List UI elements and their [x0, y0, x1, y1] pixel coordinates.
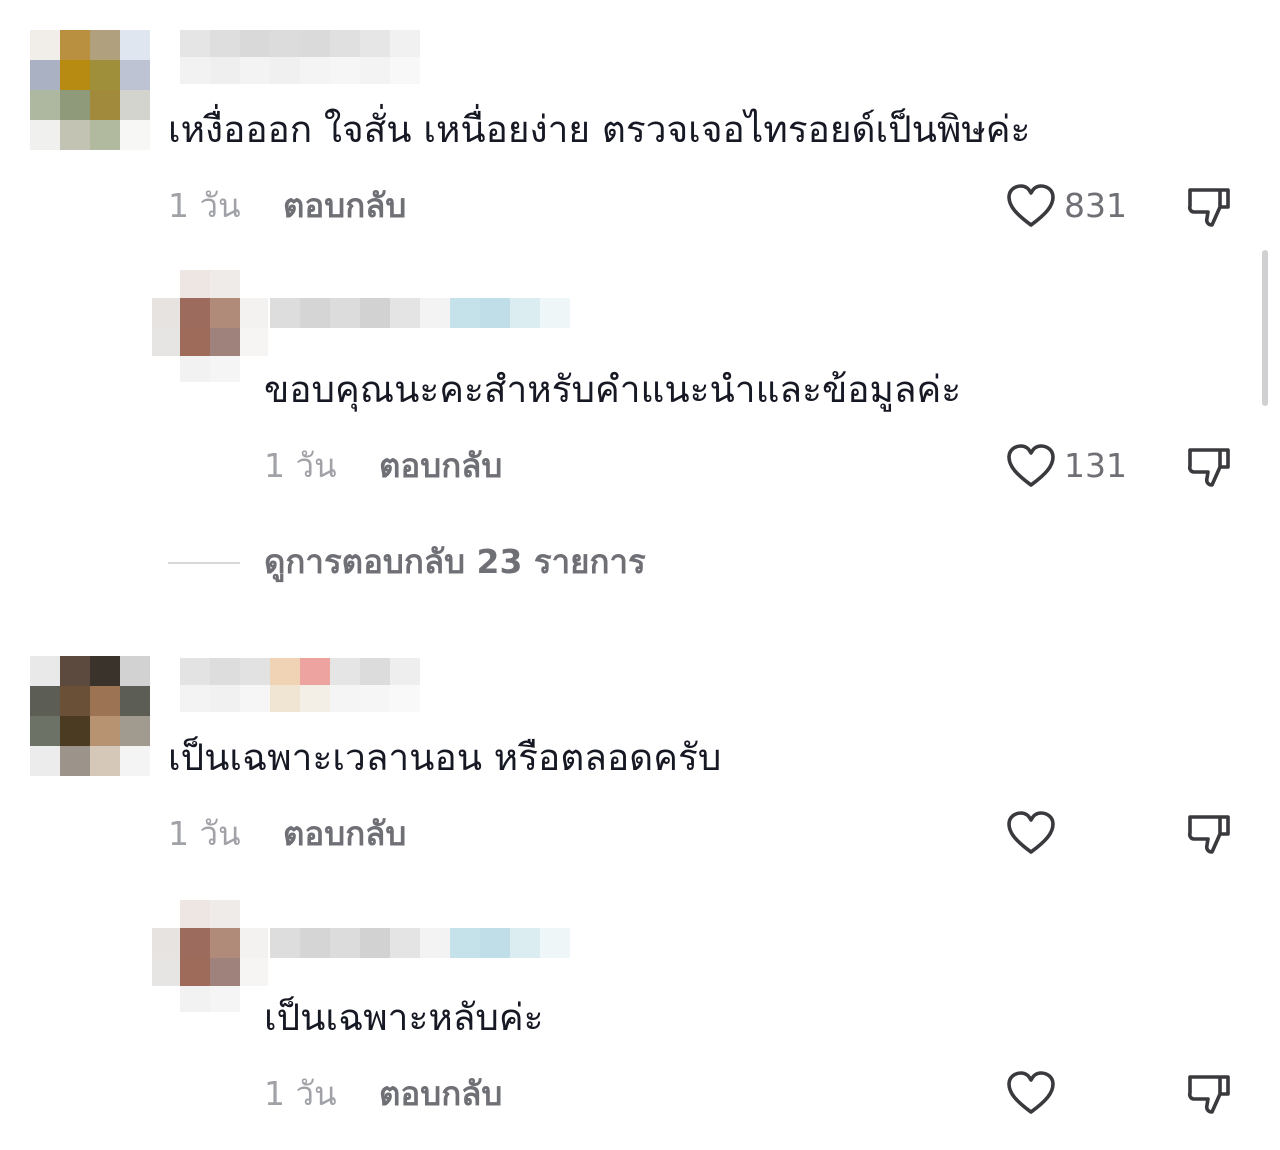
- thumbs-down-icon[interactable]: [1185, 810, 1233, 858]
- username[interactable]: [180, 658, 420, 712]
- reply-button[interactable]: ตอบกลับ: [283, 186, 406, 226]
- reply-button[interactable]: ตอบกลับ: [379, 446, 502, 486]
- avatar[interactable]: [152, 900, 268, 1012]
- view-replies-divider: [168, 562, 240, 564]
- like-count: 831: [1064, 186, 1127, 225]
- avatar[interactable]: [30, 30, 150, 150]
- like-count: 131: [1064, 446, 1127, 485]
- comment-text: ขอบคุณนะคะสำหรับคำแนะนำและข้อมูลค่ะ: [264, 368, 962, 411]
- comment-time: 1 วัน: [264, 1074, 337, 1113]
- comment-text: เป็นเฉพาะหลับค่ะ: [264, 996, 544, 1039]
- username[interactable]: [180, 30, 420, 84]
- username[interactable]: [270, 928, 570, 958]
- username[interactable]: [270, 298, 570, 328]
- comment-time: 1 วัน: [264, 446, 337, 485]
- view-replies-button[interactable]: ดูการตอบกลับ 23 รายการ: [264, 542, 646, 582]
- comment-time: 1 วัน: [168, 186, 241, 225]
- heart-outline-icon[interactable]: [1006, 183, 1056, 229]
- comment-text: เป็นเฉพาะเวลานอน หรือตลอดครับ: [168, 736, 722, 779]
- thumbs-down-icon[interactable]: [1185, 443, 1233, 491]
- comment-time: 1 วัน: [168, 814, 241, 853]
- thumbs-down-icon[interactable]: [1185, 183, 1233, 231]
- reply-button[interactable]: ตอบกลับ: [283, 814, 406, 854]
- scrollbar[interactable]: [1262, 250, 1268, 406]
- avatar[interactable]: [30, 656, 150, 776]
- comment-text: เหงื่อออก ใจสั่น เหนื่อยง่าย ตรวจเจอไทรอ…: [168, 108, 1031, 151]
- heart-outline-icon[interactable]: [1006, 1070, 1056, 1116]
- heart-outline-icon[interactable]: [1006, 443, 1056, 489]
- heart-outline-icon[interactable]: [1006, 810, 1056, 856]
- thumbs-down-icon[interactable]: [1185, 1070, 1233, 1118]
- avatar[interactable]: [152, 270, 268, 382]
- reply-button[interactable]: ตอบกลับ: [379, 1074, 502, 1114]
